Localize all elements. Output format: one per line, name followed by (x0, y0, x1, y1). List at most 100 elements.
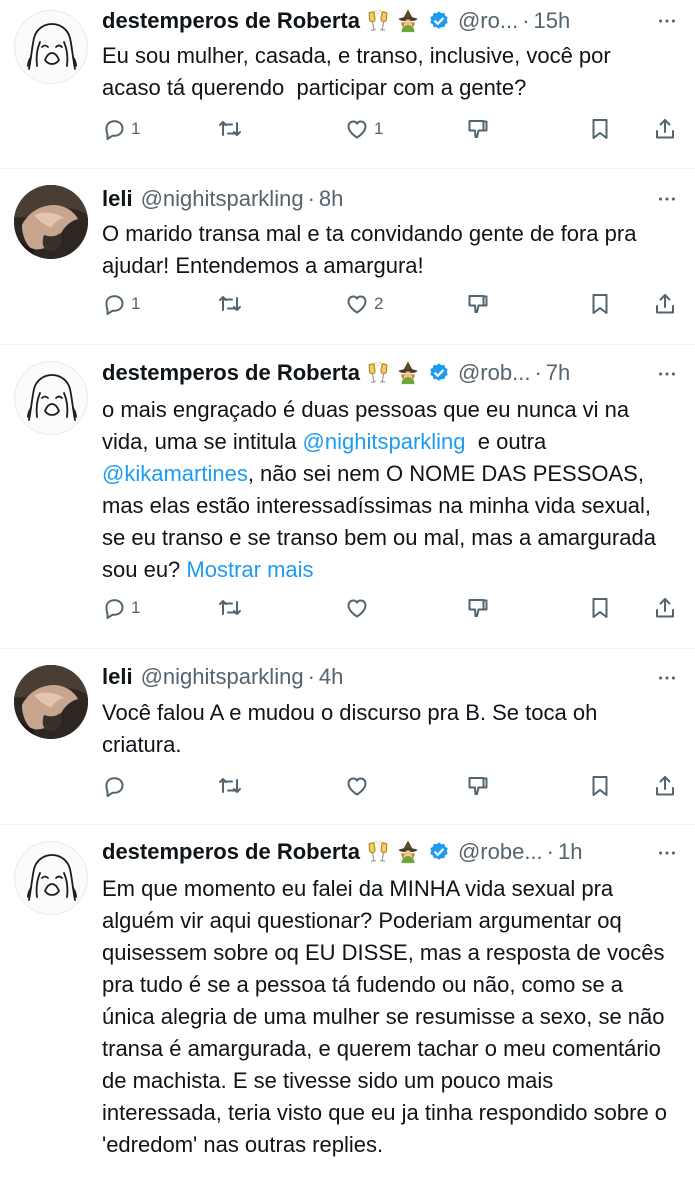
champagne-emoji (366, 840, 390, 864)
more-icon[interactable] (655, 841, 679, 865)
share-icon (653, 117, 677, 141)
tweet-actions: 1 1 (102, 117, 681, 145)
text-part: e outra (465, 429, 553, 454)
share-button[interactable] (653, 117, 677, 141)
tweet-time[interactable]: 15h (534, 6, 571, 36)
tweet-3[interactable]: destemperos de Roberta @rob... · 7h o ma… (0, 345, 695, 648)
show-more-link[interactable]: Mostrar mais (186, 557, 313, 582)
share-button[interactable] (653, 774, 677, 798)
retweet-button[interactable] (218, 596, 247, 620)
retweet-button[interactable] (218, 774, 247, 798)
bookmark-icon (588, 774, 612, 798)
reply-button[interactable]: 1 (102, 596, 140, 620)
retweet-icon (218, 774, 242, 798)
reply-count: 1 (131, 294, 141, 313)
dislike-icon (466, 596, 490, 620)
photo-avatar-image (14, 665, 88, 739)
retweet-icon (218, 596, 242, 620)
tweet-text: o mais engraçado é duas pessoas que eu n… (102, 394, 672, 586)
dislike-icon (466, 774, 490, 798)
like-icon (345, 596, 369, 620)
separator-dot: · (546, 839, 554, 864)
bookmark-button[interactable] (588, 292, 612, 316)
reply-button[interactable] (102, 774, 131, 798)
retweet-icon (218, 117, 242, 141)
verified-icon (428, 362, 450, 384)
author-handle[interactable]: @ro... (458, 6, 518, 36)
bookmark-icon (588, 596, 612, 620)
author-name[interactable]: destemperos de Roberta (102, 6, 360, 36)
dislike-button[interactable] (466, 117, 490, 141)
like-button[interactable] (345, 774, 374, 798)
reply-button[interactable]: 1 (102, 292, 140, 316)
author-handle[interactable]: @nighitsparkling (141, 184, 304, 214)
tweet-time[interactable]: 1h (558, 837, 582, 867)
retweet-button[interactable] (218, 117, 247, 141)
bookmark-icon (588, 292, 612, 316)
like-icon (345, 774, 369, 798)
separator-dot: · (307, 664, 315, 689)
share-button[interactable] (653, 292, 677, 316)
author-handle[interactable]: @robe... (458, 837, 543, 867)
tweet-header: destemperos de Roberta @ro... · 15h (102, 6, 570, 36)
tweet-text: Eu sou mulher, casada, e transo, inclusi… (102, 43, 617, 100)
tweet-actions: 1 2 (102, 292, 681, 320)
reply-icon (102, 292, 126, 316)
reply-icon (102, 774, 126, 798)
reply-icon (102, 117, 126, 141)
avatar[interactable] (14, 10, 88, 84)
doodle-avatar-image (15, 362, 88, 435)
bookmark-button[interactable] (588, 596, 612, 620)
tweet-time[interactable]: 8h (319, 184, 343, 214)
reply-count: 1 (131, 119, 141, 138)
author-name[interactable]: leli (102, 184, 133, 214)
more-icon[interactable] (655, 9, 679, 33)
tweet-text: Você falou A e mudou o discurso pra B. S… (102, 700, 604, 757)
reply-button[interactable]: 1 (102, 117, 140, 141)
mention-link[interactable]: @kikamartines (102, 461, 248, 486)
dislike-icon (466, 292, 490, 316)
tweet-actions (102, 774, 681, 802)
champagne-emoji (366, 361, 390, 385)
separator-dot: · (522, 8, 530, 33)
bookmark-button[interactable] (588, 774, 612, 798)
bookmark-button[interactable] (588, 117, 612, 141)
avatar[interactable] (14, 841, 88, 915)
tweet-2[interactable]: leli @nighitsparkling · 8h O marido tran… (0, 169, 695, 344)
dislike-button[interactable] (466, 774, 490, 798)
reply-icon (102, 596, 126, 620)
dislike-button[interactable] (466, 596, 490, 620)
tweet-1[interactable]: destemperos de Roberta @ro... · 15h Eu s… (0, 0, 695, 170)
more-icon[interactable] (655, 362, 679, 386)
like-button[interactable]: 1 (345, 117, 383, 141)
dislike-button[interactable] (466, 292, 490, 316)
doodle-avatar-image (15, 11, 88, 84)
tweet-time[interactable]: 7h (546, 358, 570, 388)
more-icon[interactable] (655, 666, 679, 690)
like-button[interactable] (345, 596, 374, 620)
mention-link[interactable]: @nighitsparkling (303, 429, 466, 454)
author-name[interactable]: destemperos de Roberta (102, 837, 360, 867)
author-handle[interactable]: @rob... (458, 358, 530, 388)
bookmark-icon (588, 117, 612, 141)
author-handle[interactable]: @nighitsparkling (141, 662, 304, 692)
witch-emoji (396, 361, 420, 385)
avatar[interactable] (14, 185, 88, 259)
share-icon (653, 596, 677, 620)
like-count: 2 (374, 294, 384, 313)
author-name[interactable]: leli (102, 662, 133, 692)
like-button[interactable]: 2 (345, 292, 383, 316)
author-name[interactable]: destemperos de Roberta (102, 358, 360, 388)
avatar[interactable] (14, 361, 88, 435)
share-button[interactable] (653, 596, 677, 620)
retweet-button[interactable] (218, 292, 247, 316)
avatar[interactable] (14, 665, 88, 739)
doodle-avatar-image (15, 842, 88, 915)
photo-avatar-image (14, 185, 88, 259)
more-icon[interactable] (655, 187, 679, 211)
champagne-emoji (366, 9, 390, 33)
tweet-5[interactable]: destemperos de Roberta @robe... · 1h Em … (0, 825, 695, 1200)
dislike-icon (466, 117, 490, 141)
tweet-time[interactable]: 4h (319, 662, 343, 692)
tweet-4[interactable]: leli @nighitsparkling · 4h Você falou A … (0, 649, 695, 824)
